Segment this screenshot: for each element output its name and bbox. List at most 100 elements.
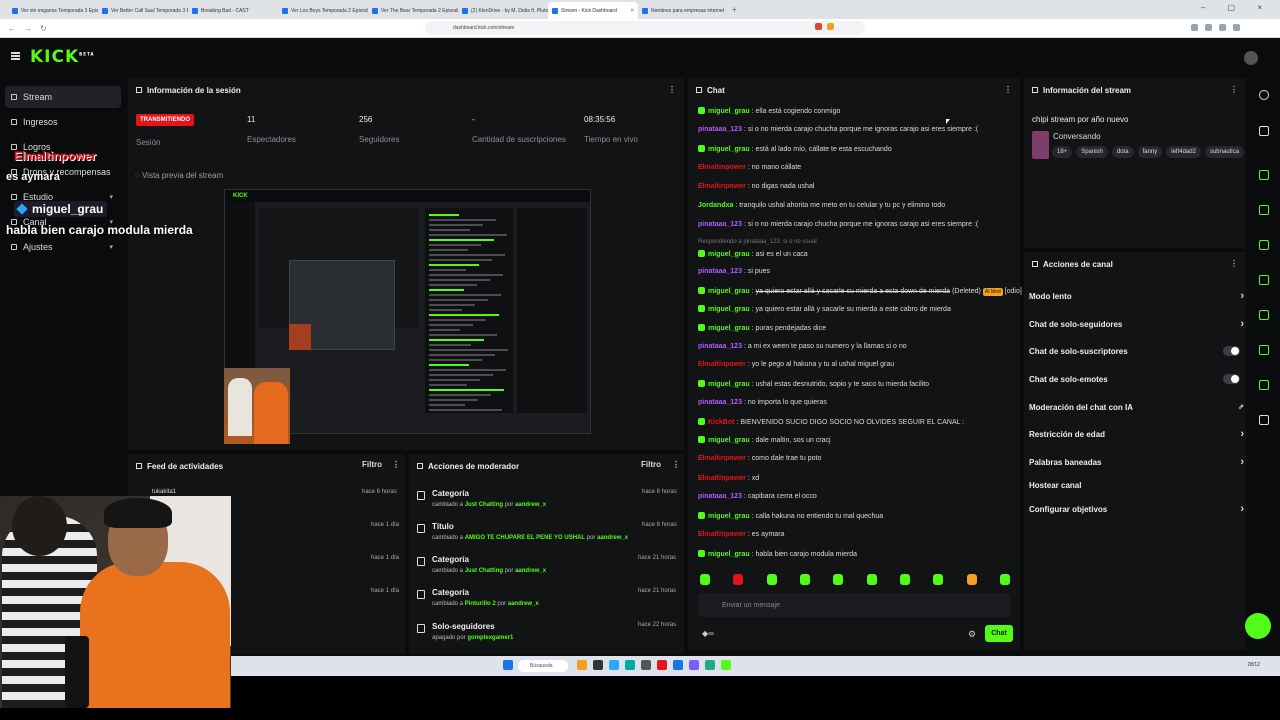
chat-username[interactable]: miguel_grau bbox=[708, 288, 750, 295]
chat-username[interactable]: Jordandxa bbox=[698, 202, 733, 209]
infinity-icon[interactable]: ◆∞ bbox=[702, 629, 714, 638]
menu-icon[interactable] bbox=[11, 52, 20, 60]
toggle-switch[interactable] bbox=[1223, 374, 1240, 384]
forward-icon[interactable]: → bbox=[24, 24, 32, 33]
app-icon[interactable] bbox=[689, 660, 699, 670]
app-icon[interactable] bbox=[721, 660, 731, 670]
browser-tab[interactable]: Breaking Bad - CAST bbox=[188, 2, 278, 19]
browser-tab[interactable]: Ver The Bear Temporada 2 Episodio bbox=[368, 2, 458, 19]
chat-username[interactable]: pinataaa_123 bbox=[698, 399, 742, 406]
new-tab-icon[interactable]: + bbox=[732, 5, 737, 14]
url-input[interactable]: dashboard.kick.com/stream bbox=[425, 21, 865, 35]
tab-close-icon[interactable]: × bbox=[630, 8, 634, 14]
emote-icon[interactable] bbox=[899, 574, 910, 585]
extension-icon[interactable] bbox=[1191, 24, 1198, 31]
mod-more-icon[interactable]: ⋮ bbox=[672, 460, 680, 469]
app-icon[interactable] bbox=[593, 660, 603, 670]
page-icon[interactable] bbox=[1259, 240, 1269, 250]
sidebar-item-6[interactable]: Ajustes ▾ bbox=[5, 236, 121, 258]
stream-tag[interactable]: 18+ bbox=[1052, 146, 1073, 158]
channel-action[interactable]: Hostear canal bbox=[1029, 478, 1244, 492]
app-icon[interactable] bbox=[673, 660, 683, 670]
emote-icon[interactable] bbox=[799, 574, 810, 585]
sidebar-item-1[interactable]: Ingresos bbox=[5, 111, 121, 133]
back-icon[interactable]: ← bbox=[8, 24, 16, 33]
user-avatar[interactable] bbox=[1244, 51, 1258, 65]
emote-icon[interactable] bbox=[766, 574, 777, 585]
chat-more-icon[interactable]: ⋮ bbox=[1004, 85, 1012, 94]
chat-username[interactable]: Elmaltinpower bbox=[698, 455, 746, 462]
channel-action[interactable]: Configurar objetivos › bbox=[1029, 502, 1244, 516]
info-icon[interactable] bbox=[1259, 90, 1269, 100]
chat-username[interactable]: Elmaltinpower bbox=[698, 531, 746, 538]
bolt-icon[interactable] bbox=[1259, 205, 1269, 215]
more-icon[interactable]: ⋮ bbox=[668, 85, 676, 94]
kick-logo[interactable]: KICKBETA bbox=[30, 47, 94, 67]
mod-filter-button[interactable]: Filtro bbox=[641, 460, 661, 469]
stream-tag[interactable]: subnautica bbox=[1204, 146, 1244, 158]
sidebar-item-0[interactable]: Stream bbox=[5, 86, 121, 108]
chat-username[interactable]: miguel_grau bbox=[708, 381, 750, 388]
channel-action[interactable]: Moderación del chat con IA ⇗ bbox=[1029, 400, 1244, 414]
chat-send-button[interactable]: Chat bbox=[985, 625, 1013, 642]
browser-tab[interactable]: Ver Better Call Saul Temporada 3 Ep bbox=[98, 2, 188, 19]
channel-more-icon[interactable]: ⋮ bbox=[1230, 259, 1238, 268]
chat-username[interactable]: miguel_grau bbox=[708, 251, 750, 258]
taskbar-search[interactable]: Búsqueda bbox=[518, 660, 568, 672]
channel-action[interactable]: Chat de solo-emotes bbox=[1029, 372, 1244, 386]
windows-icon[interactable] bbox=[503, 660, 513, 670]
broadcast-icon[interactable] bbox=[1259, 310, 1269, 320]
emote-icon[interactable] bbox=[700, 574, 710, 585]
streaminfo-more-icon[interactable]: ⋮ bbox=[1230, 85, 1238, 94]
emote-icon[interactable] bbox=[999, 574, 1010, 585]
stream-tag[interactable]: Spanish bbox=[1076, 146, 1108, 158]
toggle-switch[interactable] bbox=[1223, 346, 1240, 356]
channel-action[interactable]: Modo lento › bbox=[1029, 289, 1244, 303]
app-icon[interactable] bbox=[641, 660, 651, 670]
extension-icon[interactable] bbox=[1233, 24, 1240, 31]
chat-username[interactable]: pinataaa_123 bbox=[698, 268, 742, 275]
channel-action[interactable]: Palabras baneadas › bbox=[1029, 455, 1244, 469]
chat-username[interactable]: pinataaa_123 bbox=[698, 493, 742, 500]
chat-username[interactable]: Elmaltinpower bbox=[698, 164, 746, 171]
app-icon[interactable] bbox=[609, 660, 619, 670]
chat-username[interactable]: pinataaa_123 bbox=[698, 343, 742, 350]
feed-more-icon[interactable]: ⋮ bbox=[392, 460, 400, 469]
browser-tab[interactable]: Ver sin enganos Temporada 3 Episod bbox=[8, 2, 98, 19]
channel-action[interactable]: Chat de solo-seguidores › bbox=[1029, 317, 1244, 331]
browser-tab[interactable]: Ver Los Boys Temporada 2 Episodio bbox=[278, 2, 368, 19]
chat-username[interactable]: pinataaa_123 bbox=[698, 221, 742, 228]
extension-icon[interactable] bbox=[1205, 24, 1212, 31]
emote-icon[interactable] bbox=[966, 574, 977, 585]
window-controls[interactable]: – ▢ × bbox=[1201, 3, 1272, 12]
reload-icon[interactable]: ↻ bbox=[40, 24, 47, 33]
extension-icon[interactable] bbox=[1219, 24, 1226, 31]
app-icon[interactable] bbox=[657, 660, 667, 670]
chat-username[interactable]: miguel_grau bbox=[708, 325, 750, 332]
emote-icon[interactable] bbox=[933, 574, 944, 585]
edit-icon[interactable] bbox=[1259, 126, 1269, 136]
browser-tab[interactable]: Stream - Kick Dashboard × bbox=[548, 2, 638, 19]
stream-tag[interactable]: left4dad2 bbox=[1166, 146, 1201, 158]
chat-bubble-icon[interactable] bbox=[1259, 275, 1269, 285]
link-icon[interactable] bbox=[1259, 415, 1269, 425]
chat-username[interactable]: miguel_grau bbox=[708, 551, 750, 558]
emote-icon[interactable] bbox=[733, 574, 744, 585]
chat-input[interactable]: Enviar un mensaje bbox=[698, 593, 1010, 617]
chat-username[interactable]: Elmaltinpower bbox=[698, 361, 746, 368]
app-icon[interactable] bbox=[577, 660, 587, 670]
chat-username[interactable]: miguel_grau bbox=[708, 146, 750, 153]
stream-tag[interactable]: dota bbox=[1111, 146, 1134, 158]
stream-tag[interactable]: fanny bbox=[1137, 146, 1163, 158]
channel-action[interactable]: Restricción de edad › bbox=[1029, 427, 1244, 441]
chat-username[interactable]: miguel_grau bbox=[708, 437, 750, 444]
list-icon[interactable] bbox=[1259, 345, 1269, 355]
feed-filter-button[interactable]: Filtro bbox=[362, 460, 382, 469]
tool-icon[interactable] bbox=[1259, 380, 1269, 390]
chat-username[interactable]: Elmaltinpower bbox=[698, 475, 746, 482]
chat-username[interactable]: KickBot bbox=[708, 419, 734, 426]
browser-tab[interactable]: Nombres para empresas internet bbox=[638, 2, 728, 19]
chat-username[interactable]: miguel_grau bbox=[708, 108, 750, 115]
help-fab-icon[interactable] bbox=[1245, 613, 1271, 639]
emote-icon[interactable] bbox=[833, 574, 844, 585]
